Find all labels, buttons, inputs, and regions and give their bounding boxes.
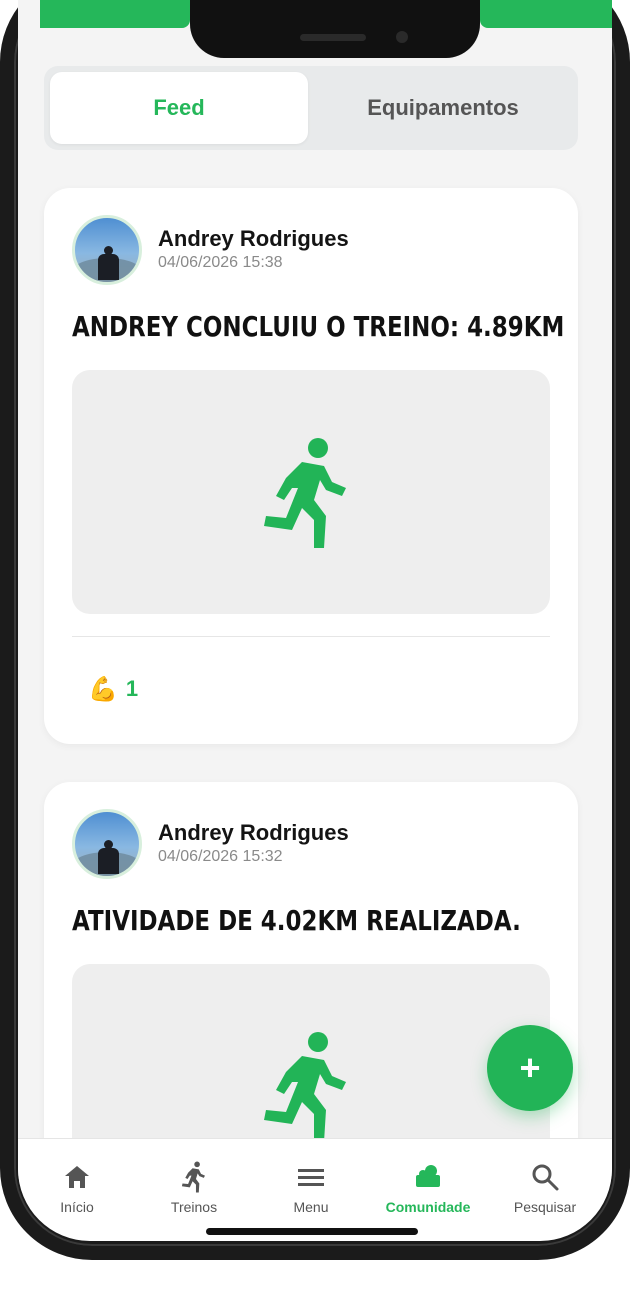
running-person-icon [264, 1032, 346, 1142]
menu-icon [298, 1169, 324, 1186]
status-bar-right [480, 0, 612, 28]
speaker-grille [300, 34, 366, 41]
plus-icon: + [519, 1047, 541, 1088]
flexed-biceps-icon: 💪 [88, 675, 118, 703]
avatar-person-body [98, 848, 119, 874]
nav-label-comunidade: Comunidade [385, 1199, 471, 1215]
running-person-icon [264, 438, 346, 548]
nav-item-menu[interactable]: Menu [256, 1161, 366, 1215]
create-post-button[interactable]: + [487, 1025, 573, 1111]
reaction-button[interactable]: 💪 1 [88, 672, 138, 706]
nav-item-pesquisar[interactable]: Pesquisar [490, 1161, 600, 1215]
running-person-icon [181, 1161, 205, 1193]
post-divider [72, 636, 550, 637]
reaction-count: 1 [125, 676, 139, 701]
nav-item-treinos[interactable]: Treinos [139, 1161, 249, 1215]
status-bar-left [40, 0, 190, 28]
post-author[interactable]: Andrey Rodrigues [158, 820, 349, 846]
avatar-person-body [98, 254, 119, 280]
feed-tabs: Feed Equipamentos [44, 66, 578, 150]
feed-post[interactable]: Andrey Rodrigues 04/06/2026 15:38 ANDREY… [44, 188, 578, 744]
nav-label-menu: Menu [293, 1199, 329, 1215]
tab-feed[interactable]: Feed [50, 72, 308, 144]
post-title: ANDREY CONCLUIU O TREINO: 4.89KM [72, 310, 565, 343]
search-icon [532, 1164, 559, 1191]
nav-item-comunidade[interactable]: Comunidade [373, 1161, 483, 1215]
post-timestamp: 04/06/2026 15:32 [158, 848, 283, 865]
nav-label-inicio: Início [60, 1199, 94, 1215]
home-icon [65, 1166, 89, 1188]
phone-notch [190, 0, 480, 58]
nav-item-inicio[interactable]: Início [22, 1161, 132, 1215]
home-indicator [206, 1228, 418, 1235]
post-timestamp: 04/06/2026 15:38 [158, 254, 283, 271]
tab-equipamentos[interactable]: Equipamentos [314, 72, 572, 144]
front-camera [396, 31, 408, 43]
community-icon [416, 1165, 440, 1187]
post-media[interactable] [72, 370, 550, 614]
nav-label-pesquisar: Pesquisar [513, 1199, 577, 1215]
avatar[interactable] [72, 809, 142, 879]
nav-label-treinos: Treinos [170, 1199, 218, 1215]
post-author[interactable]: Andrey Rodrigues [158, 226, 349, 252]
post-title: ATIVIDADE DE 4.02KM REALIZADA. [72, 904, 521, 937]
bottom-navigation: Início Treinos Menu Comunidade Pesquisar [18, 1138, 612, 1241]
avatar[interactable] [72, 215, 142, 285]
